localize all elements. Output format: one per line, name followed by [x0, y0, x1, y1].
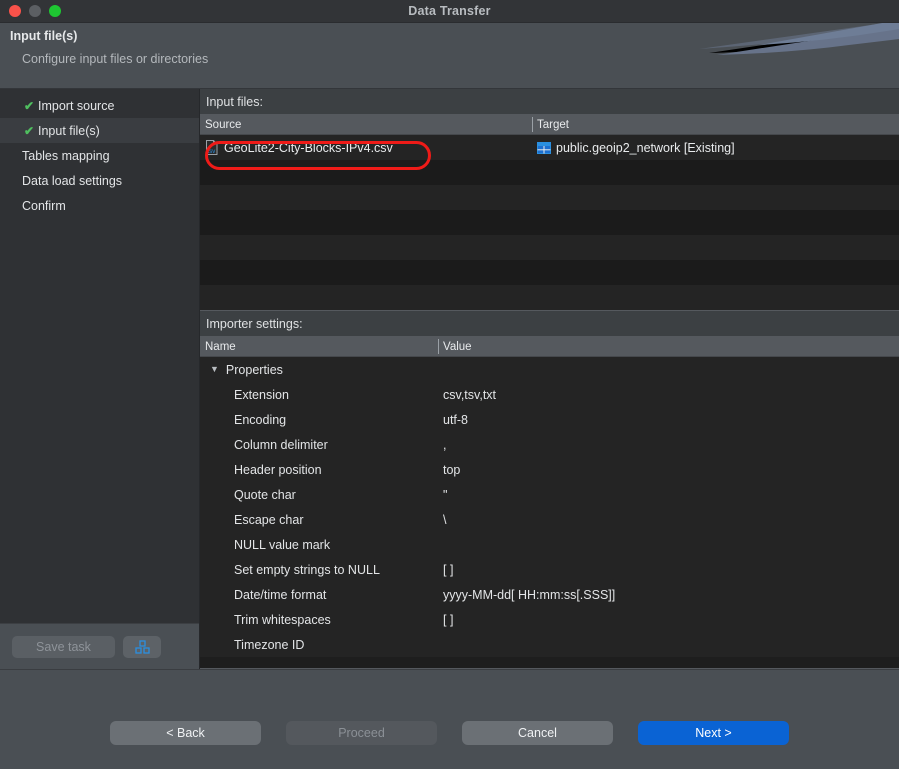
cell-source: csv GeoLite2-City-Blocks-IPv4.csv: [200, 140, 532, 155]
sidebar-footer: Save task: [0, 623, 199, 669]
sidebar-item-input-files[interactable]: ✔ Input file(s): [0, 118, 199, 143]
setting-value[interactable]: top: [438, 463, 899, 477]
sidebar-item-label: Confirm: [22, 198, 66, 213]
setting-value[interactable]: [ ]: [438, 563, 899, 577]
sidebar-item-import-source[interactable]: ✔ Import source: [0, 93, 199, 118]
save-task-button[interactable]: Save task: [12, 635, 115, 658]
svg-text:csv: csv: [206, 149, 215, 155]
setting-value[interactable]: [ ]: [438, 613, 899, 627]
database-table-icon: [537, 141, 551, 154]
back-button[interactable]: < Back: [110, 721, 261, 745]
table-row[interactable]: [200, 160, 899, 185]
setting-name: Extension: [234, 387, 289, 402]
settings-group-properties[interactable]: ▼ Properties: [200, 357, 899, 382]
window-body: ✔ Import source ✔ Input file(s) Tables m…: [0, 89, 899, 669]
setting-value[interactable]: utf-8: [438, 413, 899, 427]
wizard-footer: < Back Proceed Cancel Next >: [0, 669, 899, 768]
setting-name: Quote char: [234, 487, 296, 502]
importer-settings-label: Importer settings:: [200, 311, 899, 336]
setting-name: Column delimiter: [234, 437, 328, 452]
setting-value[interactable]: ,: [438, 438, 899, 452]
table-row[interactable]: csv GeoLite2-City-Blocks-IPv4.csv public…: [200, 135, 899, 160]
settings-row-header-position[interactable]: Header position top: [200, 457, 899, 482]
setting-name: Date/time format: [234, 587, 327, 602]
settings-row-extension[interactable]: Extension csv,tsv,txt: [200, 382, 899, 407]
input-files-label: Input files:: [200, 89, 899, 114]
settings-row-column-delimiter[interactable]: Column delimiter ,: [200, 432, 899, 457]
page-title: Input file(s): [10, 29, 78, 43]
proceed-button: Proceed: [286, 721, 437, 745]
chevron-down-icon[interactable]: ▼: [210, 364, 219, 374]
importer-settings-panel: Name Value ▼ Properties Extension csv,ts…: [200, 336, 899, 669]
title-bar: Data Transfer: [0, 0, 899, 23]
table-header-row: Name Value: [200, 337, 899, 357]
cancel-button[interactable]: Cancel: [462, 721, 613, 745]
table-header-row: Source Target: [200, 115, 899, 135]
source-file-name: GeoLite2-City-Blocks-IPv4.csv: [224, 140, 393, 155]
window-title: Data Transfer: [408, 4, 491, 18]
main-pane: Input files: Source Target csv GeoLite2-…: [200, 89, 899, 669]
sidebar-item-data-load-settings[interactable]: Data load settings: [0, 168, 199, 193]
task-blocks-button[interactable]: [123, 635, 161, 658]
setting-name: Encoding: [234, 412, 287, 427]
setting-value[interactable]: csv,tsv,txt: [438, 388, 899, 402]
column-header-target[interactable]: Target: [532, 115, 899, 134]
table-row[interactable]: [200, 285, 899, 310]
csv-file-icon: csv: [206, 140, 218, 155]
check-icon: ✔: [24, 98, 35, 113]
settings-row-datetime-format[interactable]: Date/time format yyyy-MM-dd[ HH:mm:ss[.S…: [200, 582, 899, 607]
column-header-name[interactable]: Name: [200, 337, 438, 356]
target-table-name: public.geoip2_network [Existing]: [556, 140, 735, 155]
table-row[interactable]: [200, 260, 899, 285]
wizard-header: Input file(s) Configure input files or d…: [0, 23, 899, 89]
sidebar-item-label: Import source: [38, 98, 115, 113]
table-row[interactable]: [200, 185, 899, 210]
setting-value[interactable]: \: [438, 513, 899, 527]
next-button[interactable]: Next >: [638, 721, 789, 745]
group-name: ▼ Properties: [200, 363, 438, 377]
wizard-sidebar: ✔ Import source ✔ Input file(s) Tables m…: [0, 89, 200, 669]
settings-row-timezone-id[interactable]: Timezone ID: [200, 632, 899, 657]
sidebar-item-confirm[interactable]: Confirm: [0, 193, 199, 218]
setting-value[interactable]: ": [438, 488, 899, 502]
settings-row-set-empty-strings-to-null[interactable]: Set empty strings to NULL [ ]: [200, 557, 899, 582]
data-transfer-window: Data Transfer Input file(s) Configure in…: [0, 0, 899, 769]
setting-name: NULL value mark: [234, 537, 331, 552]
table-row[interactable]: [200, 210, 899, 235]
sidebar-item-label: Data load settings: [22, 173, 123, 188]
input-files-table: Source Target csv GeoLite2-City-Blocks-I…: [200, 114, 899, 311]
wizard-steps: ✔ Import source ✔ Input file(s) Tables m…: [0, 89, 199, 623]
settings-row-encoding[interactable]: Encoding utf-8: [200, 407, 899, 432]
cell-target: public.geoip2_network [Existing]: [532, 141, 899, 155]
settings-row-escape-char[interactable]: Escape char \: [200, 507, 899, 532]
check-icon: ✔: [24, 123, 35, 138]
settings-row-null-value-mark[interactable]: NULL value mark: [200, 532, 899, 557]
sidebar-item-label: Tables mapping: [22, 148, 110, 163]
setting-name: Header position: [234, 462, 322, 477]
setting-name: Trim whitespaces: [234, 612, 331, 627]
column-header-source[interactable]: Source: [200, 115, 532, 134]
decorative-swoosh-graphic: [699, 23, 899, 55]
group-label: Properties: [225, 362, 283, 377]
table-row[interactable]: [200, 235, 899, 260]
sidebar-item-tables-mapping[interactable]: Tables mapping: [0, 143, 199, 168]
column-header-value[interactable]: Value: [438, 337, 899, 356]
page-subtitle: Configure input files or directories: [22, 52, 209, 66]
setting-name: Set empty strings to NULL: [234, 562, 380, 577]
setting-value[interactable]: yyyy-MM-dd[ HH:mm:ss[.SSS]]: [438, 588, 899, 602]
settings-row-quote-char[interactable]: Quote char ": [200, 482, 899, 507]
importer-settings-table: Name Value ▼ Properties Extension csv,ts…: [200, 336, 899, 669]
settings-row-trim-whitespaces[interactable]: Trim whitespaces [ ]: [200, 607, 899, 632]
blocks-icon: [134, 639, 150, 654]
setting-name: Timezone ID: [234, 637, 305, 652]
setting-name: Escape char: [234, 512, 304, 527]
